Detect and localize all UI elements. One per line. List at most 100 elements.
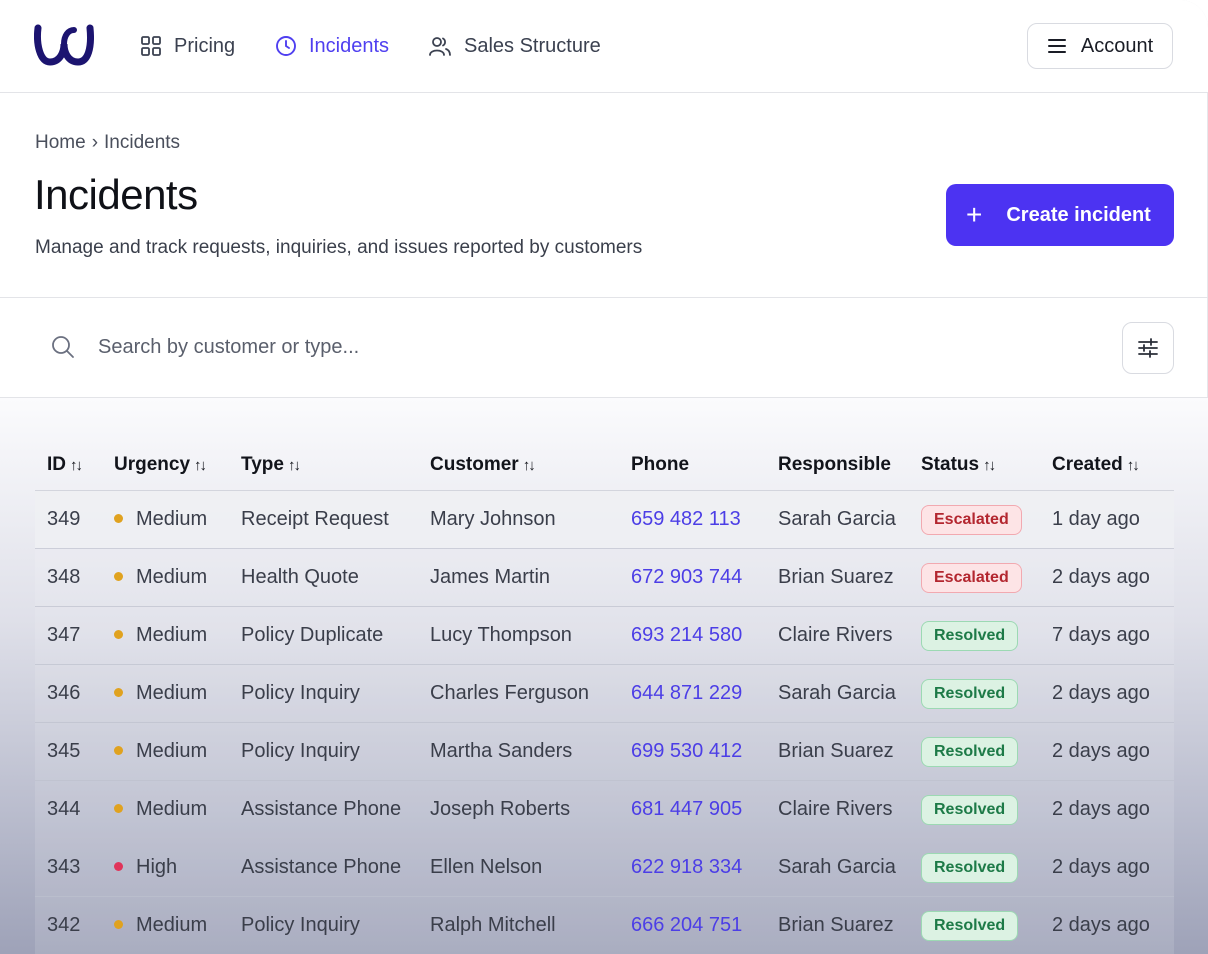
cell-created: 1 day ago <box>1040 490 1174 549</box>
column-header-status[interactable]: Status ↑↓ <box>909 440 1040 491</box>
sort-icon[interactable]: ↑↓ <box>194 457 207 474</box>
customer-text: Ralph Mitchell <box>430 914 556 936</box>
customer-text: Joseph Roberts <box>430 798 571 820</box>
sort-icon[interactable]: ↑↓ <box>288 457 301 474</box>
filter-button[interactable] <box>1122 322 1174 374</box>
id-text: 347 <box>47 624 81 646</box>
sort-icon[interactable]: ↑↓ <box>523 457 536 474</box>
phone-link[interactable]: 644 871 229 <box>631 682 742 704</box>
created-text: 2 days ago <box>1052 740 1150 762</box>
cell-type: Policy Inquiry <box>229 664 418 723</box>
urgency-dot <box>114 688 123 697</box>
status-badge: Escalated <box>921 562 1022 593</box>
cell-phone: 672 903 744 <box>619 548 766 607</box>
status-badge: Resolved <box>921 794 1019 825</box>
urgency-dot <box>114 920 123 929</box>
cell-id: 347 <box>35 606 102 665</box>
divider <box>0 297 1208 298</box>
phone-link[interactable]: 622 918 334 <box>631 856 742 878</box>
type-text: Policy Inquiry <box>241 914 360 936</box>
nav-sales-structure-label: Sales Structure <box>464 34 601 57</box>
urgency-dot <box>114 572 123 581</box>
responsible-text: Sarah Garcia <box>778 682 896 704</box>
cell-phone: 666 204 751 <box>619 896 766 954</box>
column-header-created[interactable]: Created ↑↓ <box>1040 440 1174 491</box>
status-badge: Resolved <box>921 910 1019 941</box>
cell-responsible: Sarah Garcia <box>766 838 909 897</box>
table-row[interactable]: 348 Medium Health Quote James Martin 672 903… <box>35 548 1174 607</box>
cell-created: 2 days ago <box>1040 722 1174 781</box>
table-row[interactable]: 345 Medium Policy Inquiry Martha Sanders 699… <box>35 722 1174 781</box>
status-badge: Resolved <box>921 736 1019 767</box>
type-text: Assistance Phone <box>241 856 402 878</box>
cell-phone: 699 530 412 <box>619 722 766 781</box>
cell-urgency: Medium <box>102 548 229 607</box>
created-text: 2 days ago <box>1052 856 1150 878</box>
plus-icon: + <box>966 199 983 230</box>
search-input[interactable] <box>96 334 800 360</box>
customer-text: Charles Ferguson <box>430 682 589 704</box>
phone-link[interactable]: 681 447 905 <box>631 798 742 820</box>
status-badge: Escalated <box>921 504 1022 535</box>
cell-type: Health Quote <box>229 548 418 607</box>
account-button[interactable]: Account <box>1027 23 1173 69</box>
cell-responsible: Brian Suarez <box>766 896 909 954</box>
users-icon <box>429 37 451 56</box>
urgency-dot <box>114 804 123 813</box>
cell-id: 348 <box>35 548 102 607</box>
cell-type: Policy Inquiry <box>229 722 418 781</box>
cell-created: 2 days ago <box>1040 548 1174 607</box>
nav-incidents[interactable]: Incidents <box>275 33 389 59</box>
brand-logo[interactable] <box>34 22 94 70</box>
menu-icon <box>1047 39 1066 53</box>
urgency-label: Medium <box>136 682 208 704</box>
cell-urgency: Medium <box>102 490 229 549</box>
column-header-responsible: Responsible <box>766 440 909 491</box>
type-text: Assistance Phone <box>241 798 402 820</box>
phone-link[interactable]: 699 530 412 <box>631 740 742 762</box>
sort-icon[interactable]: ↑↓ <box>70 457 83 474</box>
table-row[interactable]: 346 Medium Policy Inquiry Charles Ferguson 6… <box>35 664 1174 723</box>
cell-urgency: Medium <box>102 780 229 839</box>
cell-urgency: Medium <box>102 896 229 954</box>
type-text: Health Quote <box>241 566 359 588</box>
responsible-text: Claire Rivers <box>778 624 893 646</box>
sort-icon[interactable]: ↑↓ <box>1127 457 1140 474</box>
column-header-urgency[interactable]: Urgency ↑↓ <box>102 440 229 491</box>
nav-sales-structure[interactable]: Sales Structure <box>428 33 601 59</box>
column-header-id[interactable]: ID ↑↓ <box>35 440 102 491</box>
column-header-customer[interactable]: Customer ↑↓ <box>418 440 619 491</box>
table-row[interactable]: 349 Medium Receipt Request Mary Johnson 659 … <box>35 490 1174 549</box>
urgency-label: Medium <box>136 624 208 646</box>
nav-pricing[interactable]: Pricing <box>140 33 235 59</box>
column-header-type[interactable]: Type ↑↓ <box>229 440 418 491</box>
responsible-text: Sarah Garcia <box>778 508 896 530</box>
urgency-label: Medium <box>136 508 208 530</box>
cell-created: 2 days ago <box>1040 664 1174 723</box>
phone-link[interactable]: 659 482 113 <box>631 508 741 530</box>
cell-id: 345 <box>35 722 102 781</box>
cell-status: Resolved <box>909 896 1040 954</box>
cell-id: 346 <box>35 664 102 723</box>
breadcrumb-home[interactable]: Home <box>35 132 86 154</box>
table-row[interactable]: 343 High Assistance Phone Ellen Nelson 622 9… <box>35 838 1174 897</box>
table-row[interactable]: 342 Medium Policy Inquiry Ralph Mitchell 666… <box>35 896 1174 954</box>
table-row[interactable]: 344 Medium Assistance Phone Joseph Roberts 6… <box>35 780 1174 839</box>
id-text: 345 <box>47 740 81 762</box>
incidents-table-section: ID ↑↓ Urgency ↑↓ Type ↑↓ Customer ↑↓ Phone R… <box>0 398 1208 954</box>
phone-link[interactable]: 693 214 580 <box>631 624 742 646</box>
phone-link[interactable]: 672 903 744 <box>631 566 742 588</box>
cell-responsible: Brian Suarez <box>766 722 909 781</box>
cell-status: Resolved <box>909 606 1040 665</box>
id-text: 349 <box>47 508 81 530</box>
responsible-text: Claire Rivers <box>778 798 893 820</box>
cell-urgency: Medium <box>102 664 229 723</box>
phone-link[interactable]: 666 204 751 <box>631 914 742 936</box>
create-incident-button[interactable]: + Create incident <box>946 184 1174 246</box>
app-window: Pricing Incidents Sales Structure Accoun… <box>0 0 1208 954</box>
cell-responsible: Sarah Garcia <box>766 664 909 723</box>
table-row[interactable]: 347 Medium Policy Duplicate Lucy Thompson 69… <box>35 606 1174 665</box>
column-header-phone: Phone <box>619 440 766 491</box>
sort-icon[interactable]: ↑↓ <box>983 457 996 474</box>
cell-id: 342 <box>35 896 102 954</box>
